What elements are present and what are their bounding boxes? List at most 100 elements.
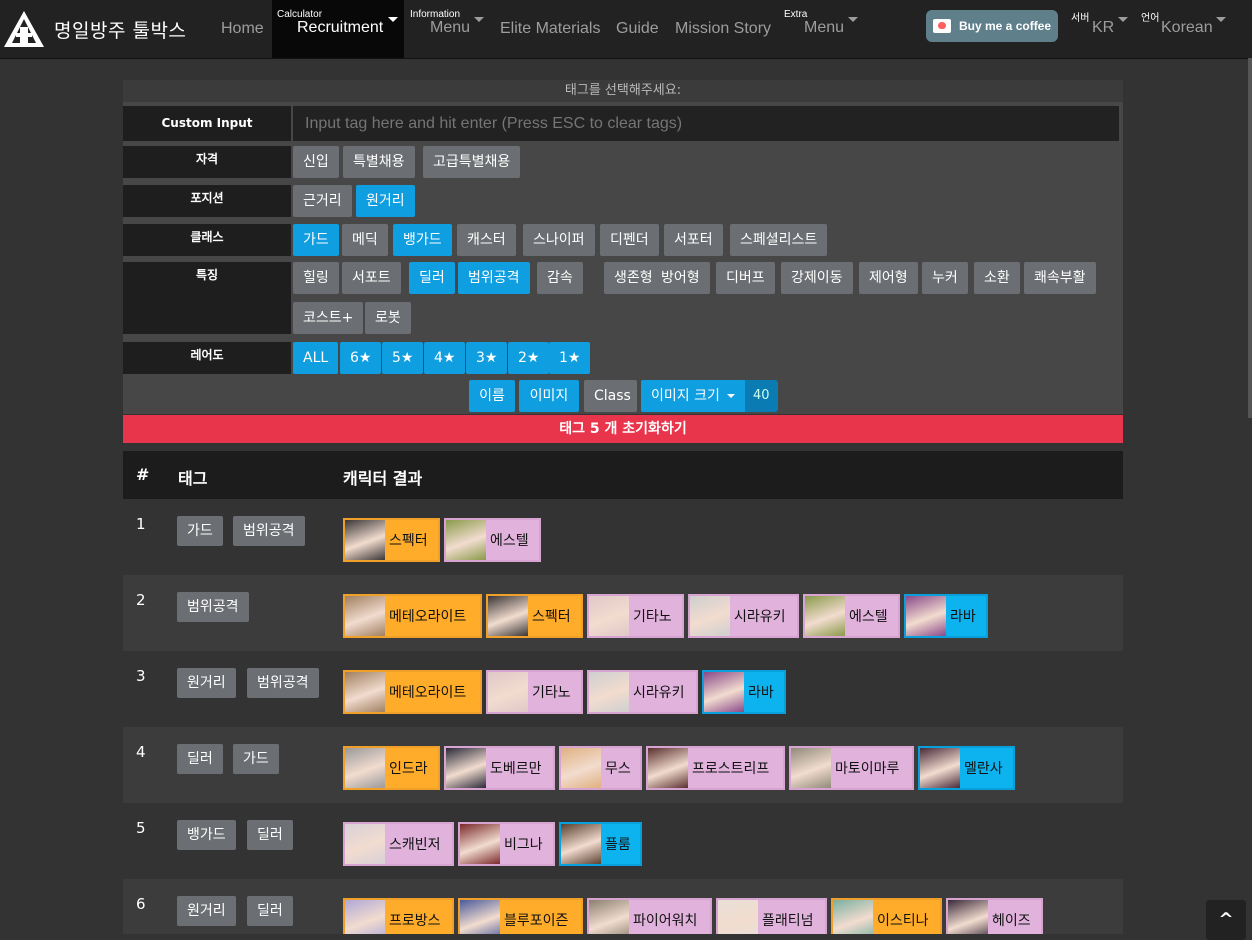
tag-button[interactable]: 고급특별채용: [423, 146, 521, 178]
tag-button[interactable]: 방어형: [651, 262, 710, 294]
operator-card[interactable]: 메테오라이트: [343, 670, 482, 714]
operator-card[interactable]: 스캐빈저: [343, 822, 454, 866]
operator-card[interactable]: 에스텔: [803, 594, 900, 638]
operator-card[interactable]: 플래티넘: [716, 898, 827, 934]
nav-recruitment[interactable]: Calculator Recruitment: [272, 0, 404, 58]
row-tag-button[interactable]: 가드: [177, 516, 223, 546]
row-label-affix: 특징: [123, 262, 291, 334]
tag-button[interactable]: 6★: [340, 342, 382, 374]
row-tag-button[interactable]: 범위공격: [247, 668, 319, 698]
operator-card[interactable]: 프로스트리프: [646, 746, 785, 790]
tag-button[interactable]: 근거리: [293, 185, 352, 217]
row-tag-button[interactable]: 뱅가드: [177, 820, 236, 850]
operator-name: 무스: [605, 761, 631, 777]
operator-card[interactable]: 마토이마루: [789, 746, 914, 790]
image-size-dropdown[interactable]: 이미지 크기: [641, 380, 745, 412]
operator-card[interactable]: 에스텔: [444, 518, 541, 562]
operator-card[interactable]: 기타노: [587, 594, 684, 638]
name-toggle-button[interactable]: 이름: [469, 380, 515, 412]
nav-extra[interactable]: Extra Menu: [779, 0, 861, 58]
row-tag-button[interactable]: 원거리: [177, 896, 236, 926]
tag-button[interactable]: 제어형: [859, 262, 918, 294]
tag-button[interactable]: 메딕: [342, 224, 388, 256]
tag-button[interactable]: 캐스터: [457, 224, 516, 256]
tag-button[interactable]: 로봇: [365, 302, 411, 334]
operator-card[interactable]: 시라유키: [688, 594, 799, 638]
tag-button[interactable]: 디펜더: [600, 224, 659, 256]
nav-mission-story[interactable]: Mission Story: [675, 0, 771, 58]
operator-card[interactable]: 라바: [904, 594, 988, 638]
nav-information[interactable]: Information Menu: [405, 0, 487, 58]
row-tag-button[interactable]: 딜러: [247, 820, 293, 850]
tag-button[interactable]: 힐링: [293, 262, 339, 294]
tag-button[interactable]: 4★: [424, 342, 466, 374]
scrollbar[interactable]: [1248, 58, 1252, 418]
tag-button[interactable]: 범위공격: [458, 262, 530, 294]
tag-button[interactable]: 코스트+: [293, 302, 364, 334]
row-tag-button[interactable]: 가드: [233, 744, 279, 774]
tag-button[interactable]: 신입: [293, 146, 339, 178]
clear-tags-button[interactable]: 태그 5 개 초기화하기: [123, 415, 1123, 443]
row-tag-button[interactable]: 원거리: [177, 668, 236, 698]
tag-button[interactable]: 가드: [293, 224, 339, 256]
operator-avatar-icon: [561, 748, 601, 788]
tag-button[interactable]: 강제이동: [781, 262, 853, 294]
operator-card[interactable]: 스펙터: [343, 518, 440, 562]
operator-card[interactable]: 비그나: [458, 822, 555, 866]
operator-avatar-icon: [460, 824, 500, 864]
results-table: # 태그 캐릭터 결과 1 가드 범위공격 스펙터 에스텔 2 범위공격 메테오라이트 스펙터 기…: [123, 451, 1123, 934]
buy-me-a-coffee-button[interactable]: Buy me a coffee: [926, 10, 1058, 42]
row-tag-button[interactable]: 딜러: [177, 744, 223, 774]
operator-card[interactable]: 플룸: [559, 822, 642, 866]
table-row: 5 뱅가드 딜러 스캐빈저 비그나 플룸: [123, 803, 1123, 879]
tag-button[interactable]: 1★: [549, 342, 591, 374]
operator-avatar-icon: [704, 672, 744, 712]
tag-button[interactable]: 스페셜리스트: [730, 224, 828, 256]
operator-card[interactable]: 도베르만: [444, 746, 555, 790]
nav-language[interactable]: 언어 Korean: [1136, 0, 1236, 58]
operator-card[interactable]: 파이어워치: [587, 898, 712, 934]
operator-card[interactable]: 헤이즈: [946, 898, 1043, 934]
tag-button[interactable]: 디버프: [716, 262, 775, 294]
operator-card[interactable]: 시라유키: [587, 670, 698, 714]
tag-button[interactable]: 뱅가드: [393, 224, 452, 256]
operator-card[interactable]: 멜란사: [918, 746, 1015, 790]
tag-button[interactable]: 서포터: [664, 224, 723, 256]
operator-card[interactable]: 인드라: [343, 746, 440, 790]
custom-tag-input[interactable]: [293, 106, 1119, 141]
class-toggle-button[interactable]: Class: [584, 380, 637, 412]
nav-home[interactable]: Home: [221, 0, 264, 58]
tag-button[interactable]: 누커: [922, 262, 968, 294]
operator-card[interactable]: 이스티나: [831, 898, 942, 934]
scroll-to-top-button[interactable]: ^: [1206, 900, 1246, 940]
operator-card[interactable]: 무스: [559, 746, 642, 790]
tag-button[interactable]: 특별채용: [343, 146, 415, 178]
nav-elite-materials[interactable]: Elite Materials: [500, 0, 600, 58]
nav-server[interactable]: 서버 KR: [1066, 0, 1132, 58]
tag-button[interactable]: 소환: [974, 262, 1020, 294]
brand[interactable]: 명일방주 툴박스: [0, 0, 186, 58]
operator-card[interactable]: 라바: [702, 670, 786, 714]
tag-button[interactable]: 3★: [466, 342, 508, 374]
image-toggle-button[interactable]: 이미지: [519, 380, 579, 412]
operator-card[interactable]: 스펙터: [486, 594, 583, 638]
header-chars: 캐릭터 결과: [343, 469, 423, 488]
tag-button[interactable]: 쾌속부활: [1024, 262, 1096, 294]
tag-button[interactable]: 딜러: [409, 262, 455, 294]
tag-button[interactable]: 감속: [537, 262, 583, 294]
operator-card[interactable]: 기타노: [486, 670, 583, 714]
tag-button[interactable]: ALL: [293, 342, 339, 374]
operator-card[interactable]: 블루포이즌: [458, 898, 583, 934]
tag-button[interactable]: 원거리: [356, 185, 415, 217]
row-tag-button[interactable]: 딜러: [247, 896, 293, 926]
row-tag-button[interactable]: 범위공격: [177, 592, 249, 622]
header-tags: 태그: [178, 469, 208, 488]
nav-guide[interactable]: Guide: [616, 0, 659, 58]
operator-card[interactable]: 프로방스: [343, 898, 454, 934]
tag-button[interactable]: 2★: [508, 342, 550, 374]
row-tag-button[interactable]: 범위공격: [233, 516, 305, 546]
operator-card[interactable]: 메테오라이트: [343, 594, 482, 638]
tag-button[interactable]: 서포트: [342, 262, 401, 294]
tag-button[interactable]: 스나이퍼: [523, 224, 595, 256]
tag-button[interactable]: 5★: [382, 342, 424, 374]
